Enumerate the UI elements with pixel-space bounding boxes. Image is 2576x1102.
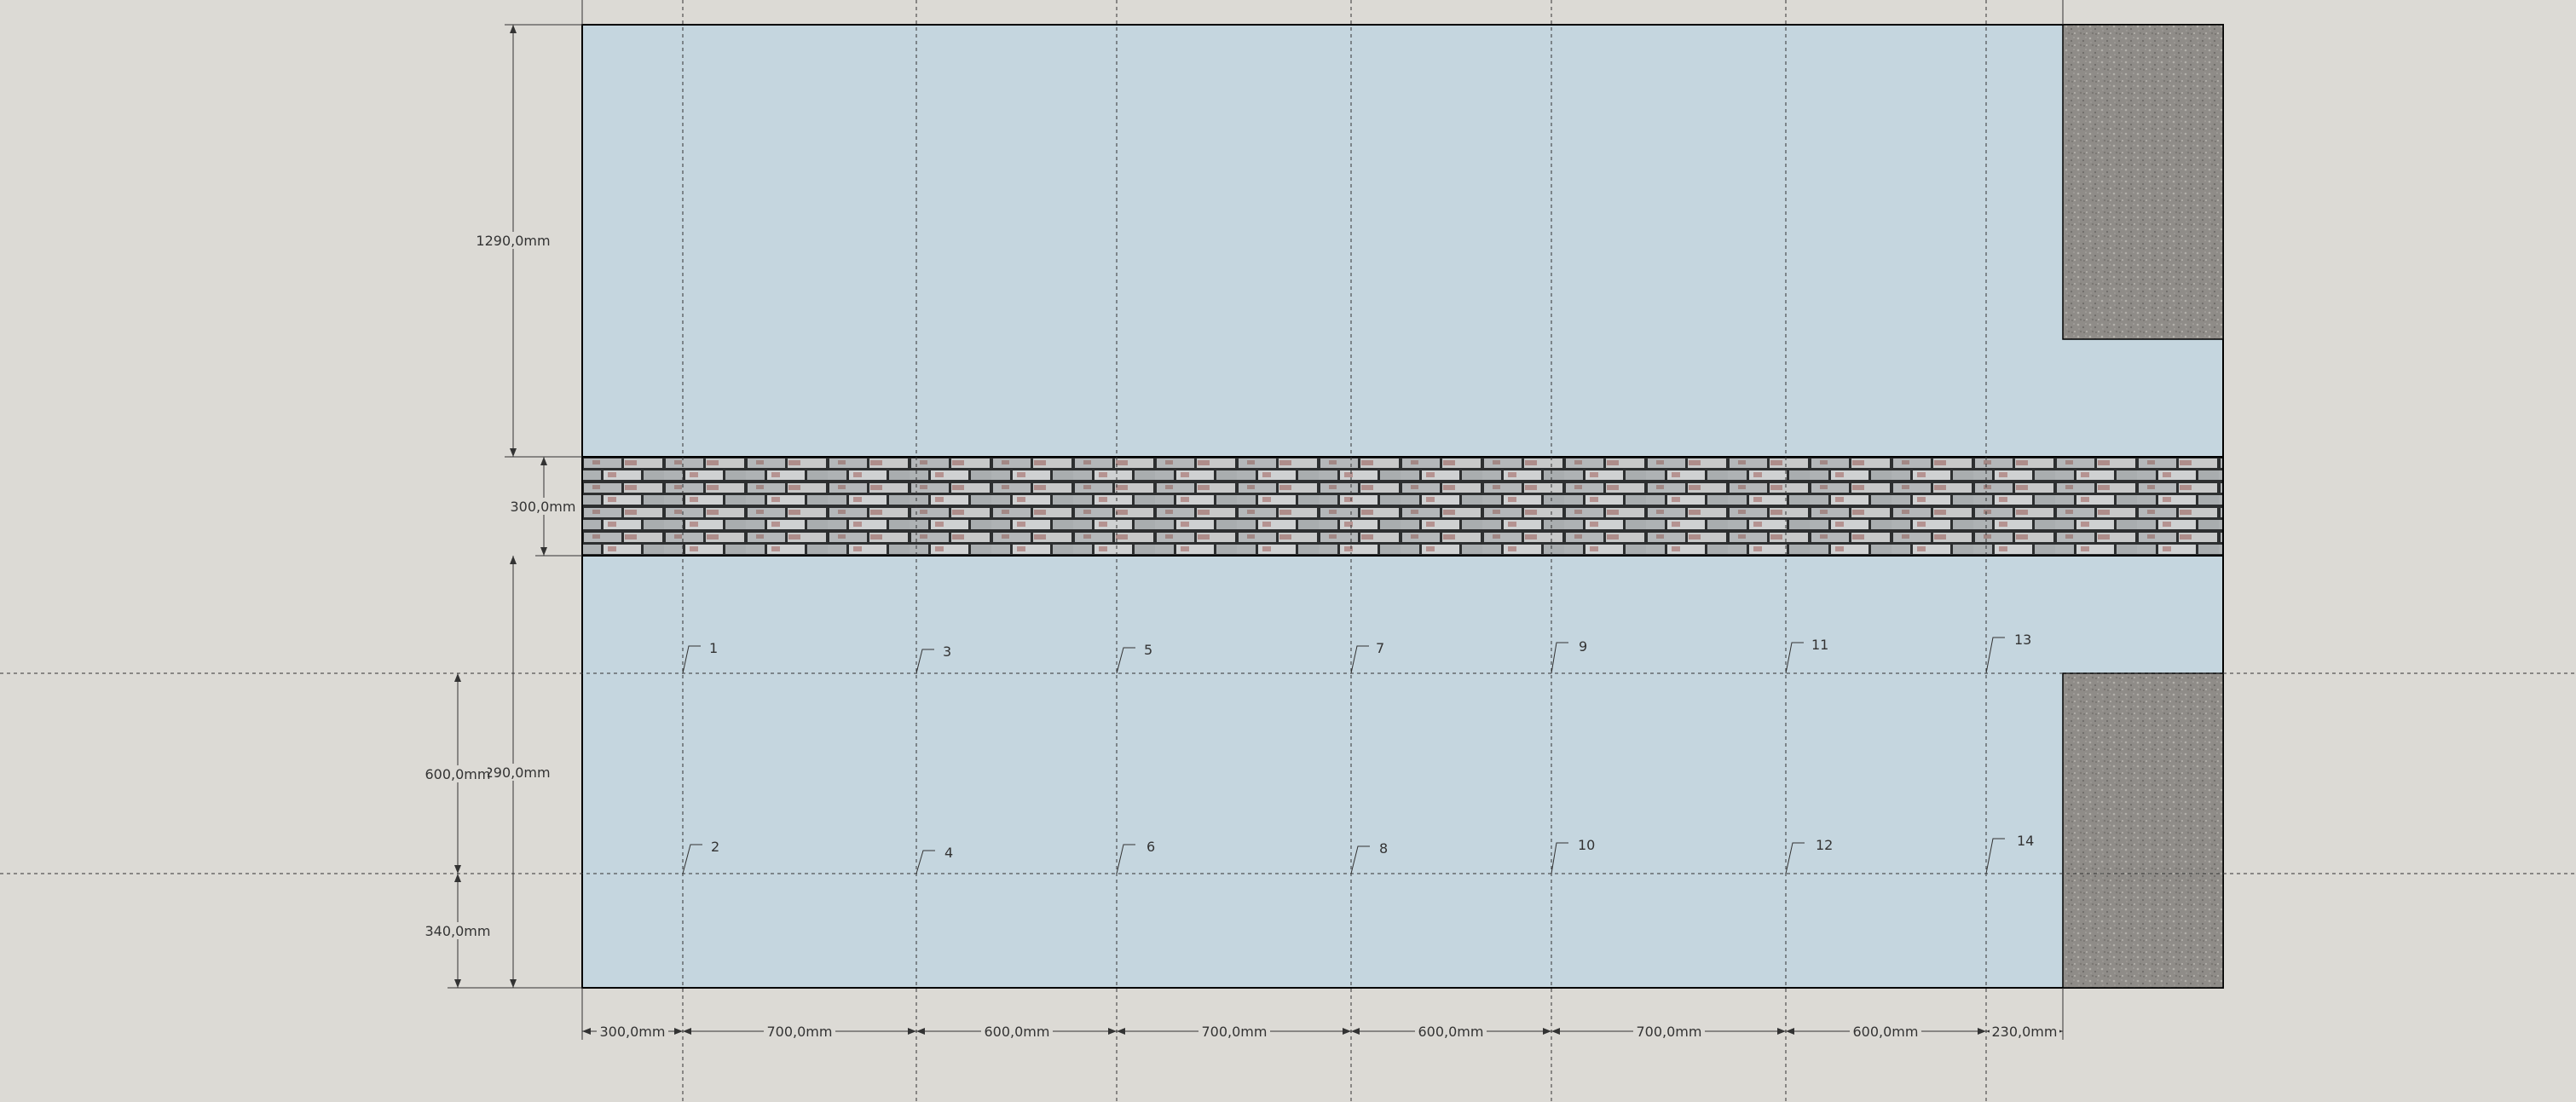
dimension-label: 300,0mm — [511, 499, 576, 515]
horizontal-dimension-chain: 300,0mm 700,0mm 600,0mm 700,0mm 600,0mm … — [582, 1023, 2063, 1040]
point-label: 10 — [1578, 837, 1595, 853]
point-label: 7 — [1376, 640, 1384, 656]
point-label: 3 — [943, 643, 951, 660]
gravel-block-bottom — [2062, 672, 2224, 989]
upper-panel — [581, 24, 2224, 458]
dimension-label: 700,0mm — [767, 1024, 833, 1040]
vertical-dimensions: 1290,0mm 300,0mm 1290,0mm 600,0mm 340,0m… — [425, 25, 576, 988]
lower-panel — [581, 555, 2224, 989]
dimension-label: 230,0mm — [1992, 1024, 2058, 1040]
gravel-block-top — [2062, 24, 2224, 340]
dimension-label: 1290,0mm — [476, 233, 550, 249]
point-label: 2 — [711, 839, 719, 855]
dimension-label: 600,0mm — [985, 1024, 1050, 1040]
dimension-label: 700,0mm — [1202, 1024, 1268, 1040]
dimension-label: 700,0mm — [1637, 1024, 1702, 1040]
drawing-canvas: 300,0mm 700,0mm 600,0mm 700,0mm 600,0mm … — [0, 0, 2576, 1102]
point-label: 9 — [1579, 638, 1587, 655]
dimension-label: 600,0mm — [425, 766, 491, 782]
point-label: 8 — [1379, 840, 1388, 857]
point-label: 6 — [1146, 839, 1155, 855]
point-label: 14 — [2017, 833, 2034, 849]
point-label: 11 — [1811, 637, 1828, 653]
dimension-label: 300,0mm — [600, 1024, 666, 1040]
point-label: 12 — [1816, 837, 1833, 853]
point-label: 13 — [2014, 632, 2031, 648]
point-label: 5 — [1144, 642, 1152, 658]
dimension-label: 600,0mm — [1853, 1024, 1919, 1040]
point-label: 4 — [944, 845, 953, 861]
dimension-label: 340,0mm — [425, 923, 491, 939]
point-label: 1 — [709, 640, 718, 656]
brick-band — [581, 456, 2224, 557]
dimension-label: 600,0mm — [1418, 1024, 1484, 1040]
